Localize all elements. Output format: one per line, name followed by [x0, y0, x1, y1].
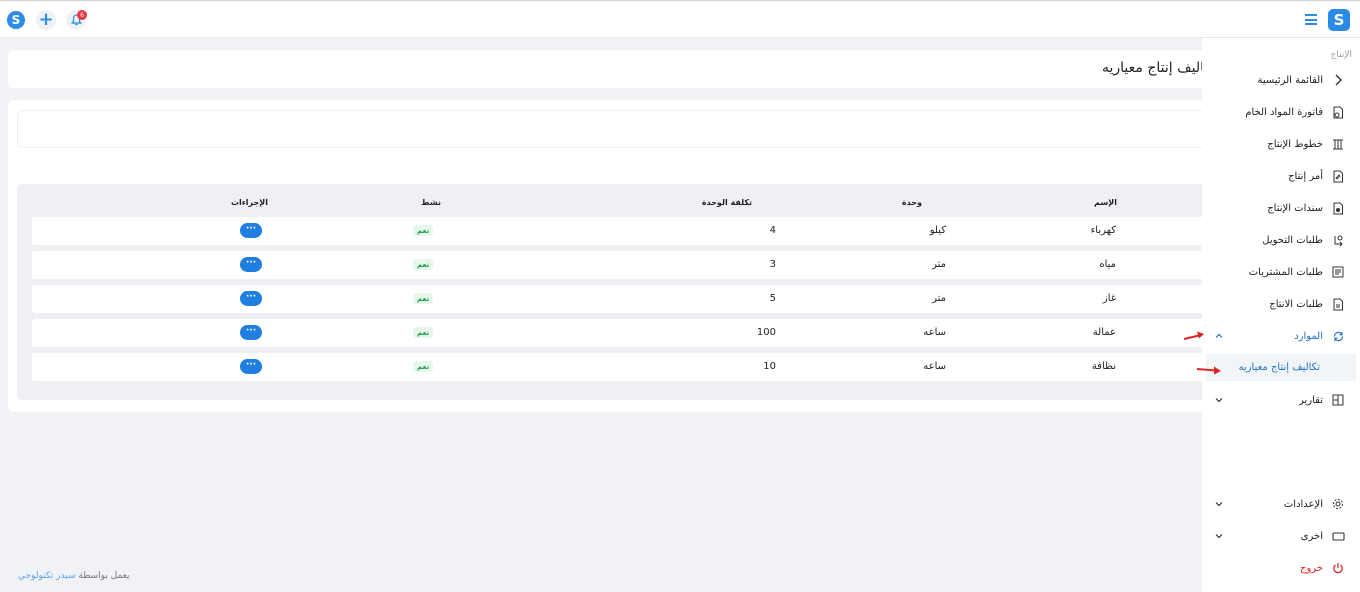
- cell-unit-cost: 10: [763, 361, 776, 372]
- brand-logo-icon[interactable]: S: [1328, 9, 1350, 31]
- sidebar-subitem-label: تكاليف إنتاج معياريه: [1238, 362, 1320, 373]
- add-new-button[interactable]: +: [36, 10, 56, 30]
- column-header-name[interactable]: الإسم: [1094, 198, 1117, 207]
- sidebar-item-production-order[interactable]: أمر إنتاج: [1202, 162, 1360, 190]
- sidebar-item-label: اخرى: [1300, 530, 1323, 542]
- sidebar-item-label: الإعدادات: [1283, 498, 1323, 510]
- sidebar-item-other[interactable]: اخرى: [1202, 522, 1360, 550]
- cell-name: عمالة: [1092, 327, 1116, 338]
- sidebar-item-settings[interactable]: الإعدادات: [1202, 490, 1360, 518]
- sidebar-item-purchase-requests[interactable]: طلبات المشتريات: [1202, 258, 1360, 286]
- production-lines-icon: [1331, 137, 1345, 151]
- page-title-card: تكاليف إنتاج معياريه: [8, 50, 1202, 88]
- sidebar-item-label: طلبات المشتريات: [1248, 266, 1323, 278]
- annotation-arrow-icon: [1183, 331, 1204, 340]
- resources-table: الإسم وحدة تكلفة الوحدة نشط الإجراءات كه…: [17, 184, 1202, 400]
- sidebar-item-resources[interactable]: الموارد: [1202, 322, 1360, 350]
- cell-unit: متر: [932, 259, 946, 270]
- filter-area[interactable]: [17, 110, 1202, 148]
- footer-credit: يعمل بواسطة سيدر تكنولوجي: [18, 571, 130, 581]
- sidebar-item-transfer-requests[interactable]: طلبات التحويل: [1202, 226, 1360, 254]
- annotation-arrow-icon: [1196, 366, 1221, 375]
- chevron-down-icon: [1215, 534, 1223, 539]
- cell-unit-cost: 5: [769, 293, 776, 304]
- refresh-cycle-icon: [1331, 329, 1345, 343]
- column-header-active[interactable]: نشط: [421, 198, 441, 207]
- sidebar-item-label: فاتورة المواد الخام: [1245, 106, 1323, 118]
- sidebar-item-production-vouchers[interactable]: سندات الإنتاج: [1202, 194, 1360, 222]
- active-status-badge: نعم: [413, 259, 434, 270]
- purchase-requests-icon: [1331, 265, 1345, 279]
- column-header-unit-cost[interactable]: تكلفة الوحدة: [702, 198, 752, 207]
- column-header-unit[interactable]: وحدة: [902, 198, 922, 207]
- gear-icon: [1331, 497, 1345, 511]
- cell-unit: كيلو: [929, 225, 946, 236]
- sidebar-item-label: أمر إنتاج: [1288, 170, 1323, 182]
- sidebar-item-raw-materials-invoice[interactable]: فاتورة المواد الخام: [1202, 98, 1360, 126]
- sidebar-item-label: خطوط الإنتاج: [1267, 138, 1323, 150]
- top-bar: S + 6 S: [0, 0, 1360, 38]
- table-row[interactable]: كهرباء كيلو 4 نعم ···: [32, 217, 1202, 245]
- cell-unit-cost: 3: [769, 259, 776, 270]
- chevron-up-icon: [1215, 333, 1223, 338]
- table-row[interactable]: مياه متر 3 نعم ···: [32, 251, 1202, 279]
- production-vouchers-icon: [1331, 201, 1345, 215]
- row-actions-button[interactable]: ···: [240, 223, 262, 238]
- notification-count-badge: 6: [77, 10, 87, 20]
- sidebar-item-main-menu[interactable]: القائمة الرئيسية: [1202, 66, 1360, 94]
- chevron-left-icon: [1331, 73, 1345, 87]
- footer-company-link[interactable]: سيدر تكنولوجي: [18, 571, 76, 581]
- sidebar-item-label: طلبات التحويل: [1262, 234, 1323, 246]
- sidebar-subitem-standard-production-costs[interactable]: تكاليف إنتاج معياريه: [1206, 354, 1356, 381]
- cell-unit-cost: 4: [769, 225, 776, 236]
- active-status-badge: نعم: [413, 293, 434, 304]
- invoice-icon: [1331, 105, 1345, 119]
- cell-name: مياه: [1099, 259, 1116, 270]
- footer-prefix: يعمل بواسطة: [78, 571, 130, 581]
- chevron-down-icon: [1215, 398, 1223, 403]
- transfer-requests-icon: [1331, 233, 1345, 247]
- window-icon: [1331, 529, 1345, 543]
- sidebar-item-production-lines[interactable]: خطوط الإنتاج: [1202, 130, 1360, 158]
- sidebar-section-label: الإنتاج: [1330, 50, 1352, 60]
- cell-unit: متر: [932, 293, 946, 304]
- cell-unit-cost: 100: [756, 327, 776, 338]
- cell-name: غاز: [1102, 293, 1116, 304]
- menu-toggle-icon[interactable]: [1305, 14, 1317, 25]
- table-row[interactable]: نظافة ساعه 10 نعم ···: [32, 353, 1202, 381]
- cell-name: نظافة: [1091, 361, 1116, 372]
- sidebar-item-label: سندات الإنتاج: [1267, 202, 1323, 214]
- row-actions-button[interactable]: ···: [240, 291, 262, 306]
- row-actions-button[interactable]: ···: [240, 359, 262, 374]
- sidebar-item-logout[interactable]: خروج: [1202, 554, 1360, 582]
- production-requests-icon: [1331, 297, 1345, 311]
- sidebar-item-production-requests[interactable]: طلبات الانتاج: [1202, 290, 1360, 318]
- cell-unit: ساعه: [923, 327, 946, 338]
- reports-grid-icon: [1331, 393, 1345, 407]
- cell-unit: ساعه: [923, 361, 946, 372]
- chevron-down-icon: [1215, 502, 1223, 507]
- row-actions-button[interactable]: ···: [240, 325, 262, 340]
- sidebar: الإنتاج القائمة الرئيسية فاتورة المواد ا…: [1202, 38, 1360, 592]
- table-header: الإسم وحدة تكلفة الوحدة نشط الإجراءات: [17, 198, 1202, 214]
- cell-name: كهرباء: [1090, 225, 1116, 236]
- column-header-actions: الإجراءات: [230, 198, 268, 207]
- table-row[interactable]: غاز متر 5 نعم ···: [32, 285, 1202, 313]
- production-order-icon: [1331, 169, 1345, 183]
- active-status-badge: نعم: [413, 225, 434, 236]
- active-status-badge: نعم: [413, 327, 434, 338]
- table-row[interactable]: عمالة ساعه 100 نعم ···: [32, 319, 1202, 347]
- page-title: تكاليف إنتاج معياريه: [1102, 60, 1202, 76]
- main-card: الإسم وحدة تكلفة الوحدة نشط الإجراءات كه…: [8, 100, 1202, 412]
- row-actions-button[interactable]: ···: [240, 257, 262, 272]
- sidebar-item-label: طلبات الانتاج: [1269, 298, 1323, 310]
- sidebar-item-label: الموارد: [1294, 330, 1323, 342]
- active-status-badge: نعم: [413, 361, 434, 372]
- sidebar-item-label: تقارير: [1298, 394, 1323, 406]
- app-logo-icon[interactable]: S: [7, 11, 25, 29]
- sidebar-item-reports[interactable]: تقارير: [1202, 386, 1360, 414]
- sidebar-item-label: خروج: [1300, 562, 1323, 574]
- sidebar-item-label: القائمة الرئيسية: [1257, 74, 1323, 86]
- power-icon: [1331, 561, 1345, 575]
